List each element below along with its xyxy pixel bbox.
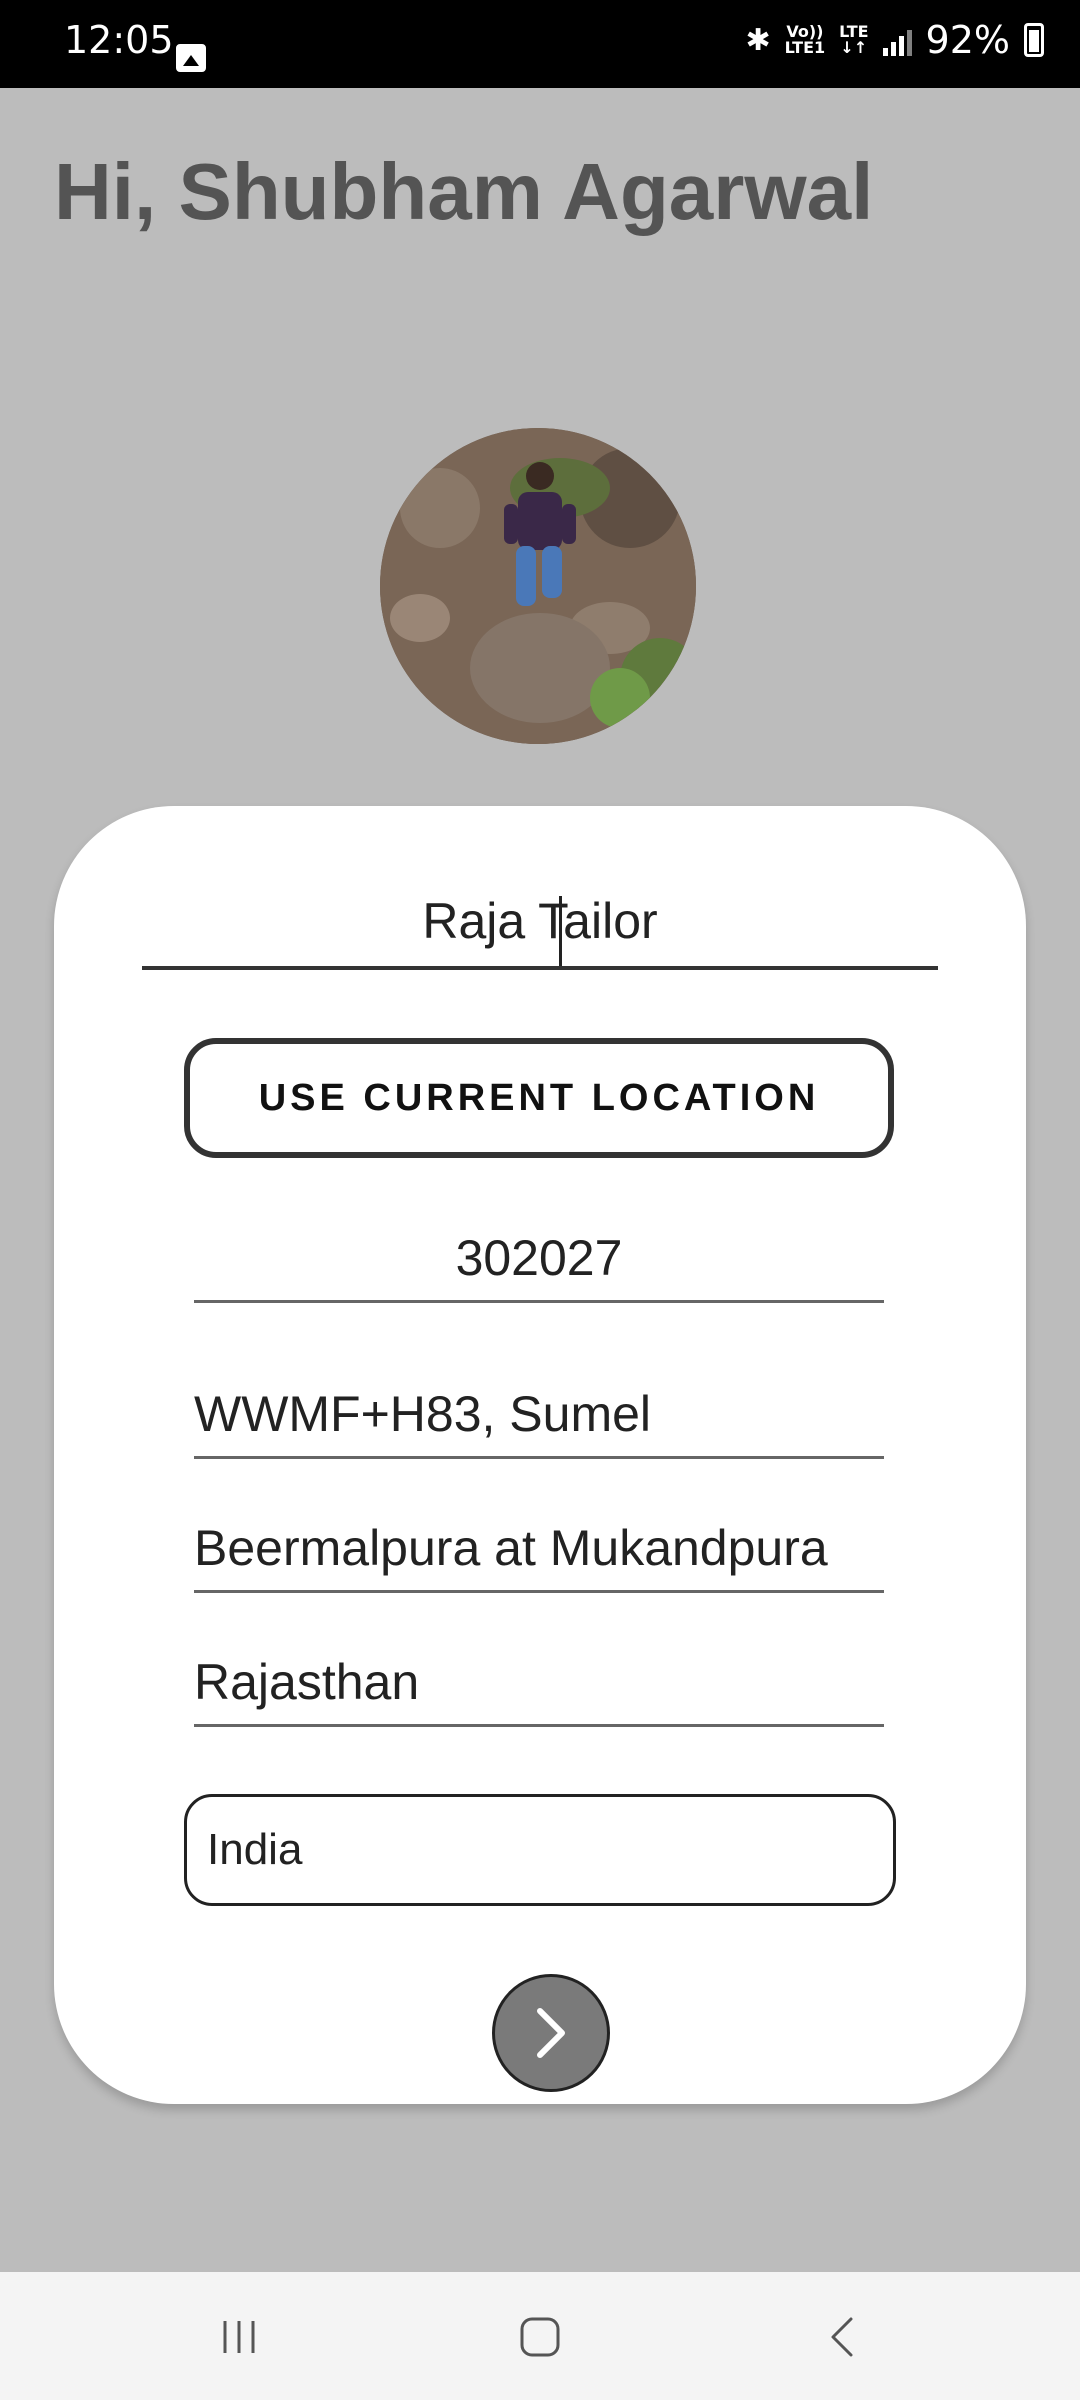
country-field[interactable]: [184, 1794, 896, 1906]
profile-avatar[interactable]: [380, 428, 696, 744]
next-button[interactable]: [492, 1974, 610, 2092]
chevron-right-icon: [537, 2008, 565, 2058]
greeting-title: Hi, Shubham Agarwal: [54, 147, 874, 236]
address-form-card: USE CURRENT LOCATION: [54, 806, 1026, 2104]
data-arrows-icon: ↓↑: [840, 38, 868, 57]
gallery-icon: [176, 44, 206, 72]
status-icons: ✱ Vo)) LTE1 LTE ↓↑ 92%: [745, 18, 1044, 62]
volte-indicator: Vo)) LTE1: [785, 24, 826, 56]
state-field[interactable]: [194, 1640, 884, 1727]
status-time: 12:05: [64, 18, 174, 62]
pincode-field[interactable]: [194, 1216, 884, 1303]
signal-icon: [882, 24, 912, 56]
address-line2-field[interactable]: [194, 1506, 884, 1593]
lte1-label: LTE1: [784, 38, 826, 57]
battery-charging-icon: [1024, 23, 1044, 57]
bluetooth-icon: ✱: [745, 22, 771, 58]
profile-photo: [380, 428, 696, 744]
name-field[interactable]: [142, 876, 938, 970]
system-navigation-bar: [0, 2272, 1080, 2400]
text-cursor: [559, 896, 562, 966]
battery-percent: 92%: [925, 18, 1010, 62]
lte-indicator: LTE ↓↑: [839, 24, 868, 56]
back-icon[interactable]: [808, 2302, 878, 2372]
status-bar: 12:05 ✱ Vo)) LTE1 LTE ↓↑ 92%: [0, 0, 1080, 88]
use-current-location-button[interactable]: USE CURRENT LOCATION: [184, 1038, 894, 1158]
home-icon[interactable]: [505, 2302, 575, 2372]
address-line1-field[interactable]: [194, 1372, 884, 1459]
recents-icon[interactable]: [204, 2302, 274, 2372]
